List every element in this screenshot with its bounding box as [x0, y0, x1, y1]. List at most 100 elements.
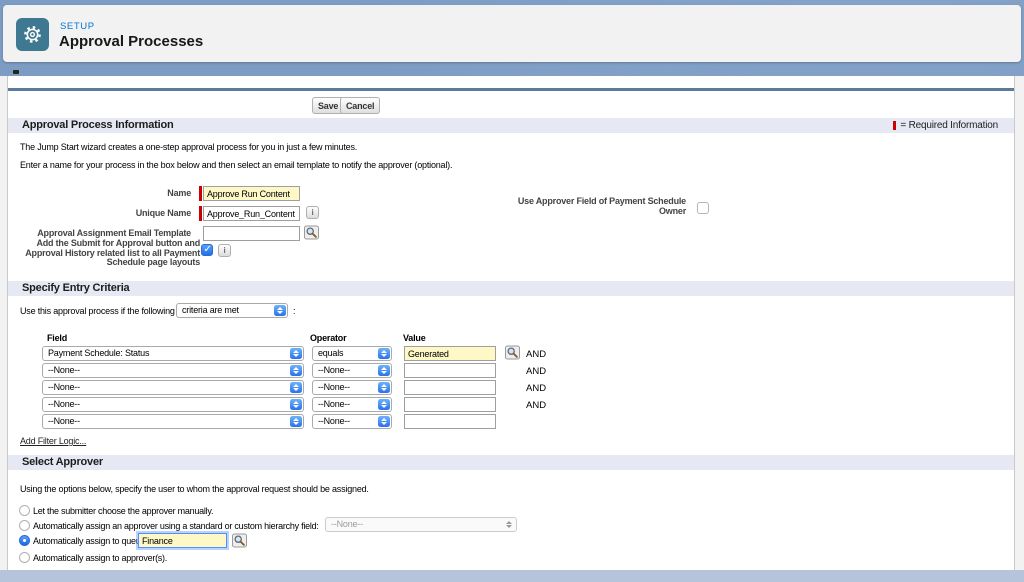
unique-name-label: Unique Name	[8, 208, 191, 218]
chevron-up-down-icon	[274, 305, 286, 316]
add-submit-label-line: Schedule page layouts	[8, 258, 200, 268]
select-value-text: Payment Schedule: Status	[48, 348, 149, 358]
approver-option-label: Automatically assign to queue.	[33, 536, 148, 546]
select-value-text: --None--	[48, 382, 80, 392]
criteria-value-input[interactable]	[404, 380, 496, 395]
select-value-text: criteria are met	[182, 305, 239, 315]
add-submit-checkbox[interactable]	[201, 244, 213, 256]
select-value-text: --None--	[318, 365, 350, 375]
salesforce-setup-page: SETUP Approval Processes Save Cancel App…	[0, 0, 1024, 582]
clipped-text-fragment	[13, 70, 19, 74]
section-title: Specify Entry Criteria	[22, 282, 129, 294]
select-value-text: --None--	[318, 416, 350, 426]
criteria-sentence: Use this approval process if the followi…	[20, 306, 175, 316]
section-header-specify-entry-criteria: Specify Entry Criteria	[8, 281, 1014, 296]
assign-to-queue-radio[interactable]	[19, 535, 30, 546]
select-value-text: --None--	[48, 365, 80, 375]
use-approver-field-checkbox[interactable]	[697, 202, 709, 214]
cancel-button[interactable]: Cancel	[340, 97, 380, 114]
hierarchy-field-radio[interactable]	[19, 520, 30, 531]
and-label: AND	[526, 366, 546, 377]
right-gutter	[1014, 76, 1024, 570]
column-header-operator: Operator	[310, 333, 346, 343]
criteria-operator-select[interactable]: --None--	[312, 397, 392, 412]
add-filter-logic-link[interactable]: Add Filter Logic...	[20, 436, 86, 446]
approver-option-label: Automatically assign an approver using a…	[33, 521, 319, 531]
criteria-value-input[interactable]	[404, 346, 496, 361]
select-value-text: --None--	[318, 382, 350, 392]
unique-name-input[interactable]	[203, 206, 300, 221]
chevron-up-down-icon	[290, 365, 302, 376]
select-value-text: --None--	[48, 399, 80, 409]
select-value-text: --None--	[318, 399, 350, 409]
left-gutter	[0, 76, 8, 570]
criteria-colon: :	[293, 306, 295, 316]
use-approver-field-label-line: Owner	[440, 207, 686, 217]
chevron-up-down-icon	[290, 416, 302, 427]
assign-to-approvers-radio[interactable]	[19, 552, 30, 563]
use-approver-field-label-line: Use Approver Field of Payment Schedule	[440, 197, 686, 207]
chevron-up-down-icon	[290, 348, 302, 359]
required-legend-text: = Required Information	[900, 120, 998, 131]
criteria-value-input[interactable]	[404, 363, 496, 378]
required-marker-icon	[893, 121, 896, 130]
select-value-text: --None--	[48, 416, 80, 426]
column-header-field: Field	[47, 333, 67, 343]
intro-paragraph-1: The Jump Start wizard creates a one-step…	[20, 142, 357, 152]
chevron-up-down-icon	[378, 416, 390, 427]
criteria-match-select[interactable]: criteria are met	[176, 303, 288, 318]
intro-paragraph-2: Enter a name for your process in the box…	[20, 160, 452, 170]
name-input[interactable]	[203, 186, 300, 201]
queue-input[interactable]	[138, 533, 227, 548]
chevron-up-down-icon	[503, 519, 515, 530]
chevron-up-down-icon	[378, 399, 390, 410]
criteria-operator-select[interactable]: equals	[312, 346, 392, 361]
chevron-up-down-icon	[290, 382, 302, 393]
page-title: Approval Processes	[59, 33, 203, 50]
and-label: AND	[526, 383, 546, 394]
section-header-select-approver: Select Approver	[8, 455, 1014, 470]
required-marker-icon	[199, 206, 202, 221]
hierarchy-field-select[interactable]: --None--	[325, 517, 517, 532]
use-approver-field-label: Use Approver Field of Payment Schedule O…	[440, 197, 686, 216]
section-title: Select Approver	[22, 456, 103, 468]
setup-content-frame: Save Cancel Approval Process Information…	[8, 76, 1014, 570]
submitter-choose-radio[interactable]	[19, 505, 30, 516]
column-header-value: Value	[403, 333, 426, 343]
select-value-text: equals	[318, 348, 343, 358]
and-label: AND	[526, 400, 546, 411]
chevron-up-down-icon	[290, 399, 302, 410]
criteria-field-select[interactable]: --None--	[42, 380, 304, 395]
gear-icon	[22, 24, 43, 45]
section-title: Approval Process Information	[22, 119, 174, 131]
lookup-icon[interactable]	[232, 533, 247, 548]
criteria-operator-select[interactable]: --None--	[312, 414, 392, 429]
criteria-field-select[interactable]: --None--	[42, 363, 304, 378]
email-template-label: Approval Assignment Email Template	[8, 228, 191, 238]
criteria-value-input[interactable]	[404, 397, 496, 412]
criteria-field-select[interactable]: --None--	[42, 414, 304, 429]
approver-option-label: Automatically assign to approver(s).	[33, 553, 167, 563]
required-marker-icon	[199, 186, 202, 201]
required-information-legend: = Required Information	[893, 120, 998, 131]
bottom-strip	[0, 570, 1024, 582]
chevron-up-down-icon	[378, 365, 390, 376]
criteria-operator-select[interactable]: --None--	[312, 380, 392, 395]
criteria-field-select[interactable]: --None--	[42, 397, 304, 412]
setup-header-card: SETUP Approval Processes	[3, 5, 1021, 62]
chevron-up-down-icon	[378, 382, 390, 393]
info-icon[interactable]: i	[306, 206, 319, 219]
criteria-value-input[interactable]	[404, 414, 496, 429]
lookup-icon[interactable]	[505, 345, 520, 360]
frame-top-rule	[8, 88, 1014, 91]
name-label: Name	[8, 188, 191, 198]
select-value-text: --None--	[331, 519, 363, 529]
and-label: AND	[526, 349, 546, 360]
email-template-input[interactable]	[203, 226, 300, 241]
criteria-operator-select[interactable]: --None--	[312, 363, 392, 378]
add-submit-label: Add the Submit for Approval button and A…	[8, 239, 200, 268]
criteria-field-select[interactable]: Payment Schedule: Status	[42, 346, 304, 361]
section-header-approval-process-information: Approval Process Information = Required …	[8, 118, 1014, 133]
lookup-icon[interactable]	[304, 225, 319, 240]
info-icon[interactable]: i	[218, 244, 231, 257]
